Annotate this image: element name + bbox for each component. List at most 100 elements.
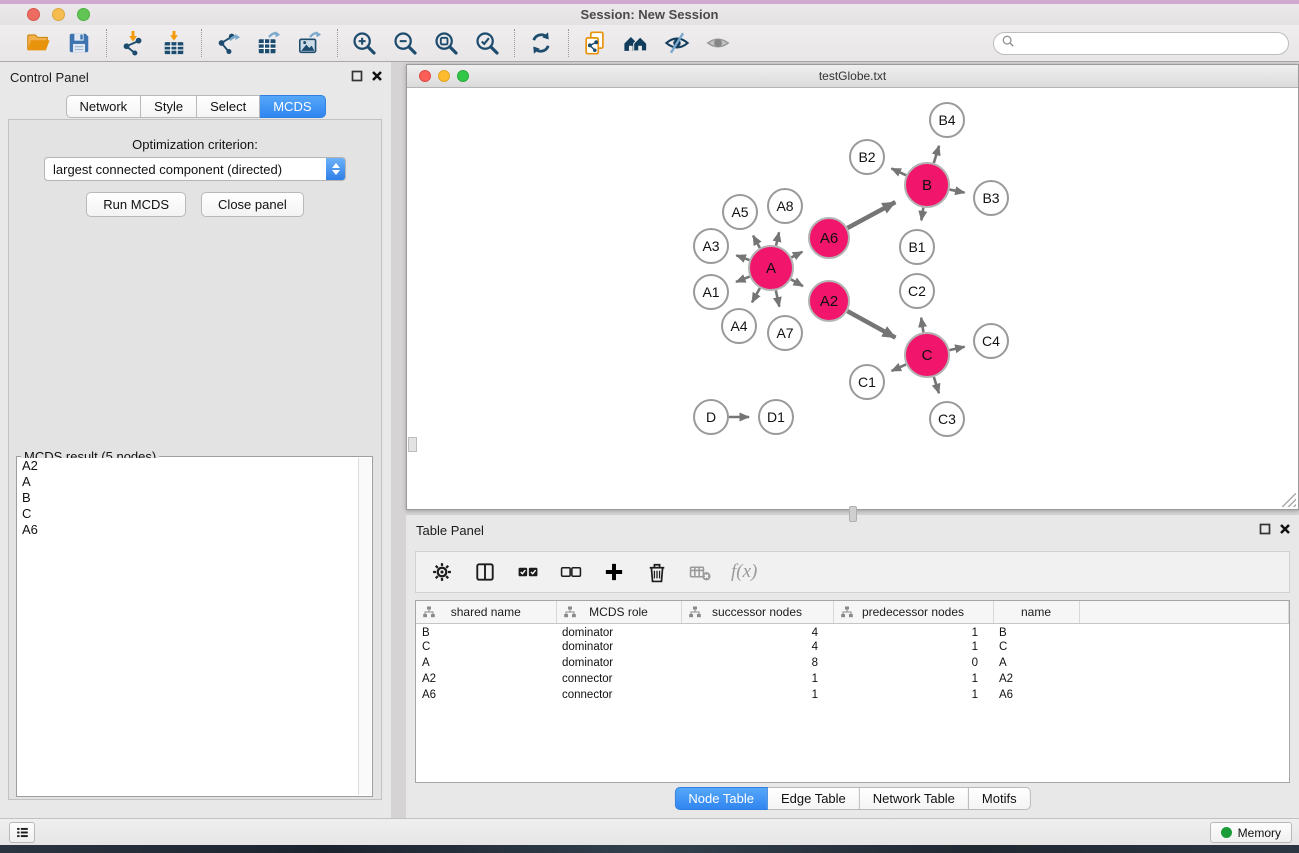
- export-network-button[interactable]: [215, 30, 242, 57]
- table-row[interactable]: Cdominator41C: [416, 639, 1289, 655]
- column-layout-button[interactable]: [473, 559, 499, 585]
- search-box[interactable]: [993, 32, 1289, 55]
- table-cell[interactable]: 1: [833, 671, 993, 687]
- table-cell[interactable]: A6: [416, 687, 556, 703]
- zoom-selected-button[interactable]: [474, 30, 501, 57]
- graph-node-A2[interactable]: A2: [809, 281, 849, 321]
- table-cell[interactable]: dominator: [556, 623, 681, 639]
- table-cell[interactable]: A2: [993, 671, 1079, 687]
- table-cell[interactable]: 1: [681, 687, 833, 703]
- import-network-button[interactable]: [120, 30, 147, 57]
- table-cell[interactable]: connector: [556, 687, 681, 703]
- tab-network[interactable]: Network: [65, 95, 141, 118]
- graph-edge-A6-B[interactable]: [847, 202, 895, 228]
- table-cell[interactable]: B: [416, 623, 556, 639]
- table-cell[interactable]: 4: [681, 623, 833, 639]
- table-cell[interactable]: 4: [681, 639, 833, 655]
- float-panel-icon[interactable]: [351, 70, 363, 82]
- graph-node-D[interactable]: D: [694, 400, 728, 434]
- graph-edge-C-C2[interactable]: [921, 318, 923, 333]
- graph-node-A1[interactable]: A1: [694, 275, 728, 309]
- network-minimize-button[interactable]: [438, 70, 450, 82]
- network-window-titlebar[interactable]: testGlobe.txt: [407, 65, 1298, 88]
- graph-edge-A-A7[interactable]: [776, 290, 779, 306]
- graph-node-C1[interactable]: C1: [850, 365, 884, 399]
- zoom-in-button[interactable]: [351, 30, 378, 57]
- function-builder-button[interactable]: f(x): [731, 561, 757, 583]
- zoom-fit-button[interactable]: [433, 30, 460, 57]
- zoom-window-button[interactable]: [77, 8, 90, 21]
- graph-node-C2[interactable]: C2: [900, 274, 934, 308]
- task-history-button[interactable]: [9, 822, 35, 843]
- show-all-button[interactable]: [705, 30, 732, 57]
- graph-node-B1[interactable]: B1: [900, 230, 934, 264]
- table-cell[interactable]: 0: [833, 655, 993, 671]
- splitter-grip[interactable]: [849, 506, 857, 522]
- table-cell[interactable]: A2: [416, 671, 556, 687]
- export-image-button[interactable]: [297, 30, 324, 57]
- zoom-out-button[interactable]: [392, 30, 419, 57]
- graph-edge-B-B3[interactable]: [950, 190, 965, 193]
- minimize-window-button[interactable]: [52, 8, 65, 21]
- clone-network-button[interactable]: [582, 30, 609, 57]
- mcds-result-item[interactable]: A: [18, 474, 358, 490]
- close-panel-icon[interactable]: [371, 70, 383, 82]
- graph-node-B4[interactable]: B4: [930, 103, 964, 137]
- select-all-columns-button[interactable]: [516, 559, 542, 585]
- table-cell[interactable]: C: [993, 639, 1079, 655]
- graph-node-B3[interactable]: B3: [974, 181, 1008, 215]
- graph-node-A7[interactable]: A7: [768, 316, 802, 350]
- table-cell[interactable]: B: [993, 623, 1079, 639]
- mcds-result-item[interactable]: A6: [18, 522, 358, 538]
- open-file-button[interactable]: [25, 30, 52, 57]
- graph-edge-B-B2[interactable]: [891, 168, 906, 175]
- tab-style[interactable]: Style: [141, 95, 197, 118]
- first-neighbors-button[interactable]: [623, 30, 650, 57]
- tab-edge-table[interactable]: Edge Table: [768, 787, 860, 810]
- graph-node-A[interactable]: A: [749, 246, 793, 290]
- unselect-all-columns-button[interactable]: [559, 559, 585, 585]
- table-row[interactable]: Adominator80A: [416, 655, 1289, 671]
- graph-node-D1[interactable]: D1: [759, 400, 793, 434]
- search-input[interactable]: [1015, 35, 1288, 53]
- tab-select[interactable]: Select: [197, 95, 260, 118]
- graph-edge-A-A4[interactable]: [752, 288, 760, 302]
- graph-node-B2[interactable]: B2: [850, 140, 884, 174]
- graph-node-C3[interactable]: C3: [930, 402, 964, 436]
- graph-node-A8[interactable]: A8: [768, 189, 802, 223]
- table-row[interactable]: A2connector11A2: [416, 671, 1289, 687]
- refresh-button[interactable]: [528, 30, 555, 57]
- graph-edge-B-B1[interactable]: [921, 208, 923, 221]
- mcds-result-item[interactable]: C: [18, 506, 358, 522]
- graph-node-A6[interactable]: A6: [809, 218, 849, 258]
- table-cell[interactable]: C: [416, 639, 556, 655]
- column-header-successor-nodes[interactable]: successor nodes: [681, 601, 833, 623]
- graph-node-C4[interactable]: C4: [974, 324, 1008, 358]
- criterion-dropdown[interactable]: largest connected component (directed): [44, 157, 346, 181]
- table-cell[interactable]: A6: [993, 687, 1079, 703]
- graph-node-A3[interactable]: A3: [694, 229, 728, 263]
- close-panel-button[interactable]: Close panel: [201, 192, 304, 217]
- graph-edge-A-A8[interactable]: [776, 232, 779, 245]
- table-settings-button[interactable]: [430, 559, 456, 585]
- graph-node-C[interactable]: C: [905, 333, 949, 377]
- table-cell[interactable]: 1: [681, 671, 833, 687]
- add-column-button[interactable]: [602, 559, 628, 585]
- tab-network-table[interactable]: Network Table: [860, 787, 969, 810]
- table-cell[interactable]: dominator: [556, 655, 681, 671]
- graph-node-A4[interactable]: A4: [722, 309, 756, 343]
- delete-table-button[interactable]: [688, 559, 714, 585]
- tab-node-table[interactable]: Node Table: [674, 787, 768, 810]
- graph-edge-A-A5[interactable]: [753, 236, 760, 248]
- table-cell[interactable]: 1: [833, 623, 993, 639]
- network-close-button[interactable]: [419, 70, 431, 82]
- tab-motifs[interactable]: Motifs: [969, 787, 1031, 810]
- graph-edge-C-C3[interactable]: [934, 377, 939, 393]
- delete-column-button[interactable]: [645, 559, 671, 585]
- column-header-predecessor-nodes[interactable]: predecessor nodes: [833, 601, 993, 623]
- float-panel-icon[interactable]: [1259, 523, 1271, 535]
- graph-edge-B-B4[interactable]: [934, 146, 939, 163]
- mcds-result-list[interactable]: A2ABCA6: [18, 458, 358, 795]
- save-session-button[interactable]: [66, 30, 93, 57]
- network-zoom-button[interactable]: [457, 70, 469, 82]
